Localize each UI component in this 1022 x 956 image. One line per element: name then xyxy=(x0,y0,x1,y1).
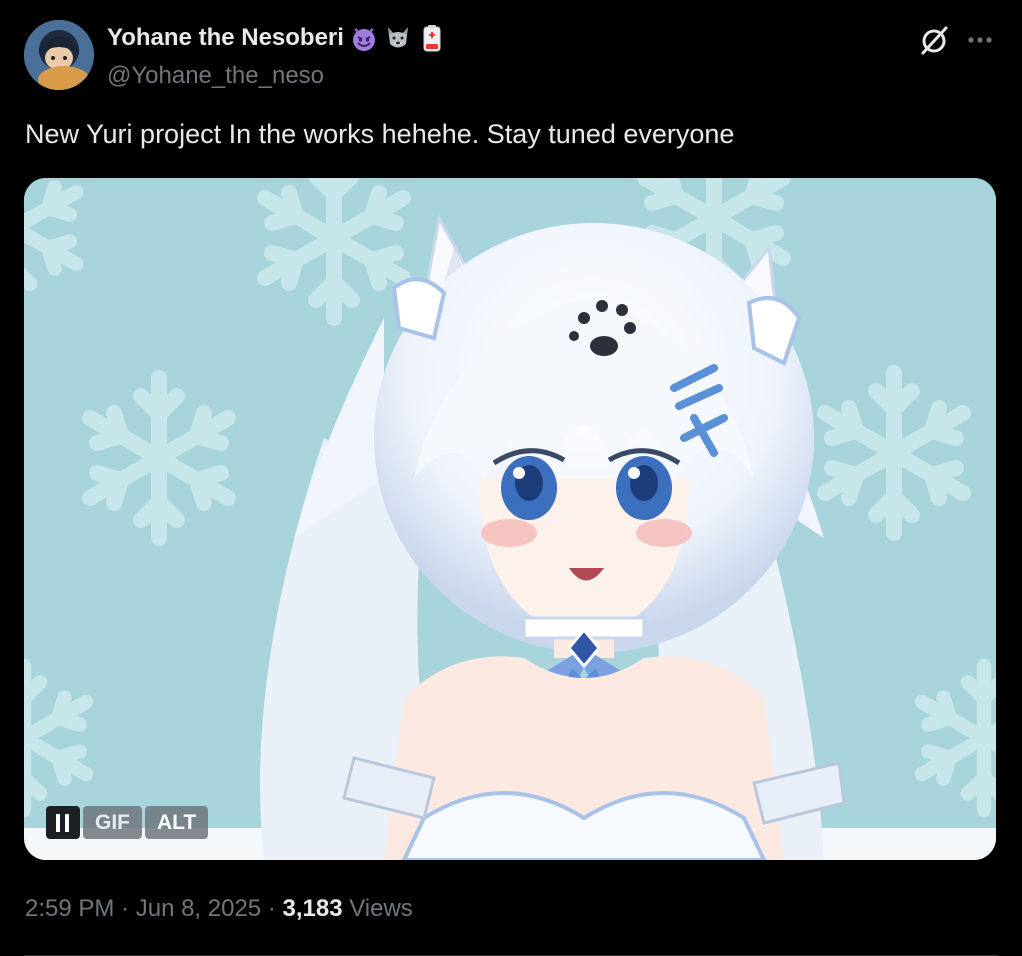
alt-text-button[interactable]: ALT xyxy=(145,806,209,839)
wolf-icon xyxy=(384,24,412,52)
more-options-icon[interactable] xyxy=(964,26,996,54)
avatar[interactable] xyxy=(24,20,94,90)
display-name[interactable]: Yohane the Nesoberi xyxy=(107,24,344,52)
meta-separator: · xyxy=(114,895,136,922)
author-name-row[interactable]: Yohane the Nesoberi xyxy=(107,24,446,52)
views-count: 3,183 xyxy=(282,895,343,922)
grok-icon[interactable] xyxy=(918,24,950,56)
smiling-devil-icon xyxy=(350,24,378,52)
tweet-date[interactable]: Jun 8, 2025 xyxy=(136,895,261,922)
tweet-text: New Yuri project In the works hehehe. St… xyxy=(25,119,735,149)
pause-icon xyxy=(56,813,69,832)
pause-button[interactable] xyxy=(46,806,80,839)
tweet-time[interactable]: 2:59 PM xyxy=(25,895,114,922)
gif-controls: GIF ALT xyxy=(46,806,209,839)
low-battery-icon xyxy=(418,24,446,52)
tweet-gif-media[interactable] xyxy=(24,178,996,860)
anime-character-illustration xyxy=(24,178,996,860)
gif-badge[interactable]: GIF xyxy=(83,806,142,839)
tweet-meta: 2:59 PM · Jun 8, 2025 · 3,183 Views xyxy=(25,895,413,923)
meta-separator: · xyxy=(261,895,283,922)
views-label: Views xyxy=(349,895,413,922)
author-handle[interactable]: @Yohane_the_neso xyxy=(107,62,324,90)
tweet: Yohane the Nesoberi @Yohane_the_neso New… xyxy=(0,0,1022,956)
